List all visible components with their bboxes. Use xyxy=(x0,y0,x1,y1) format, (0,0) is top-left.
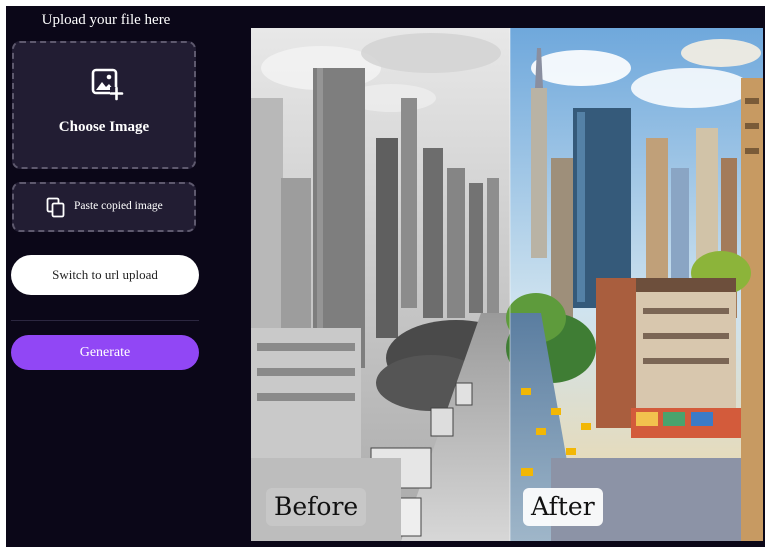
choose-image-label: Choose Image xyxy=(58,119,150,135)
add-image-icon xyxy=(91,68,124,101)
upload-sidebar: Upload your file here Choose Image Paste… xyxy=(6,6,206,547)
paste-image-button[interactable]: Paste copied image xyxy=(12,182,196,232)
paste-image-label: Paste copied image xyxy=(74,200,163,212)
copy-icon xyxy=(46,197,65,218)
choose-image-dropzone[interactable]: Choose Image xyxy=(12,41,196,169)
app-frame: Upload your file here Choose Image Paste… xyxy=(6,6,765,547)
upload-heading: Upload your file here xyxy=(41,12,171,28)
city-comparison-image xyxy=(251,28,763,541)
before-after-preview: Before After xyxy=(251,28,763,541)
before-label: Before xyxy=(266,488,367,526)
sidebar-divider xyxy=(11,320,199,321)
after-label: After xyxy=(523,488,603,526)
generate-button[interactable]: Generate xyxy=(11,335,199,370)
switch-url-upload-button[interactable]: Switch to url upload xyxy=(11,255,199,295)
